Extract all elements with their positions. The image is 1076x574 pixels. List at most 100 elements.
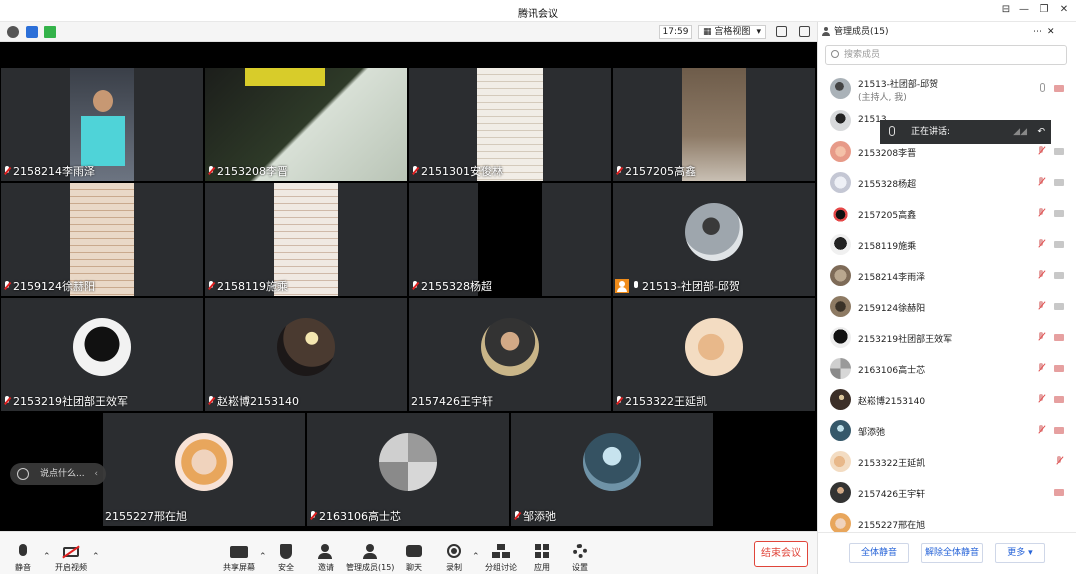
chevron-left-icon[interactable]: ‹	[94, 463, 98, 485]
video-button[interactable]: 开启视频	[52, 534, 90, 574]
share-screen-button[interactable]: 共享屏幕	[222, 534, 256, 574]
mic-muted-icon[interactable]	[1037, 363, 1045, 374]
end-meeting-button[interactable]: 结束会议	[754, 541, 808, 567]
mic-muted-icon[interactable]	[1037, 425, 1045, 436]
chat-input[interactable]: 说点什么... ‹	[10, 463, 106, 485]
chevron-up-icon[interactable]: ⌃	[92, 552, 100, 562]
member-search-input[interactable]: 搜索成员	[825, 45, 1067, 65]
camera-off-icon[interactable]	[1054, 334, 1064, 341]
mic-muted-icon[interactable]	[1037, 239, 1045, 250]
security-button[interactable]: 安全	[272, 534, 300, 574]
more-options-icon[interactable]: ⋯	[1033, 22, 1042, 42]
microphone-icon[interactable]	[1040, 83, 1045, 92]
video-tile[interactable]: 邹添弛	[511, 413, 713, 526]
tile-name: 2158119施乘	[217, 280, 288, 293]
video-tile[interactable]: 赵崧博2153140	[205, 298, 407, 411]
panel-header: 管理成员(15) ⋯ ✕	[818, 22, 1076, 42]
member-row[interactable]: 21513-社团部-邱贺 (主持人, 我)	[818, 74, 1076, 105]
member-row[interactable]: 邹添弛	[818, 416, 1076, 447]
video-tile[interactable]: 2151301安俊林	[409, 68, 611, 181]
mic-muted-icon[interactable]	[1037, 177, 1045, 188]
tile-label: 2157205高鑫	[615, 163, 696, 179]
member-row[interactable]: 2158214李雨泽	[818, 261, 1076, 292]
mic-muted-icon[interactable]	[1037, 270, 1045, 281]
settings-button[interactable]: 设置	[566, 534, 594, 574]
member-row[interactable]: 2153322王延凯	[818, 447, 1076, 478]
tile-name: 2163106高士芯	[319, 510, 401, 523]
unmute-all-button[interactable]: 解除全体静音	[921, 543, 983, 563]
chat-button[interactable]: 聊天	[400, 534, 428, 574]
camera-icon[interactable]	[1054, 272, 1064, 279]
camera-off-icon[interactable]	[1054, 396, 1064, 403]
member-row[interactable]: 2157426王宇轩	[818, 478, 1076, 509]
chevron-up-icon[interactable]: ⌃	[472, 552, 480, 562]
restore-icon[interactable]: ❐	[1037, 3, 1051, 17]
video-tile[interactable]: 2157426王宇轩	[409, 298, 611, 411]
member-name: 2159124徐赫阳	[858, 304, 926, 314]
member-row[interactable]: 2163106高士芯	[818, 354, 1076, 385]
video-tile[interactable]: 2158119施乘	[205, 183, 407, 296]
minimize-icon[interactable]: —	[1017, 3, 1031, 17]
shield-icon[interactable]	[26, 26, 38, 38]
members-icon	[822, 27, 830, 36]
mic-muted-icon[interactable]	[1037, 208, 1045, 219]
camera-icon[interactable]	[1054, 179, 1064, 186]
pin-icon[interactable]: ⊟	[999, 3, 1013, 17]
video-tile[interactable]: 2153322王延凯	[613, 298, 815, 411]
manage-members-button[interactable]: 管理成员(15)	[346, 534, 394, 574]
sidebar-toggle-icon[interactable]	[799, 26, 810, 37]
camera-icon[interactable]	[1054, 241, 1064, 248]
mic-muted-icon[interactable]	[1037, 301, 1045, 312]
camera-off-icon[interactable]	[1054, 365, 1064, 372]
member-row[interactable]: 2158119施乘	[818, 230, 1076, 261]
video-tile[interactable]: 2153219社团部王效军	[1, 298, 203, 411]
emoji-icon[interactable]	[17, 468, 29, 480]
record-button[interactable]: 录制	[440, 534, 468, 574]
fullscreen-icon[interactable]	[776, 26, 787, 37]
camera-off-icon[interactable]	[1054, 427, 1064, 434]
mute-button[interactable]: 静音	[6, 534, 40, 574]
camera-off-icon[interactable]	[1054, 489, 1064, 496]
info-icon[interactable]	[7, 26, 19, 38]
video-tile[interactable]: 2159124徐赫阳	[1, 183, 203, 296]
more-button[interactable]: 更多 ▾	[995, 543, 1045, 563]
close-icon[interactable]: ✕	[1057, 3, 1071, 17]
video-tile[interactable]: 2153208李晋	[205, 68, 407, 181]
chevron-up-icon[interactable]: ⌃	[259, 552, 267, 562]
video-tile[interactable]: 2163106高士芯	[307, 413, 509, 526]
mic-muted-icon[interactable]	[1037, 146, 1045, 157]
member-row[interactable]: 2157205高鑫	[818, 199, 1076, 230]
member-row[interactable]: 赵崧博2153140	[818, 385, 1076, 416]
video-tile[interactable]: 21513-社团部-邱贺	[613, 183, 815, 296]
video-tile[interactable]: 2157205高鑫	[613, 68, 815, 181]
camera-icon[interactable]	[1054, 210, 1064, 217]
mic-muted-icon	[513, 511, 521, 521]
camera-icon[interactable]	[1054, 148, 1064, 155]
collapse-icon[interactable]: ↶	[1037, 120, 1045, 144]
member-row[interactable]: 2159124徐赫阳	[818, 292, 1076, 323]
share-screen-icon	[230, 544, 248, 560]
mic-muted-icon[interactable]	[1037, 394, 1045, 405]
view-mode-select[interactable]: ▦ 宫格视图 ▾	[698, 25, 766, 39]
video-tile[interactable]: 2155328杨超	[409, 183, 611, 296]
avatar	[830, 203, 851, 224]
video-tile[interactable]: 2158214李雨泽	[1, 68, 203, 181]
video-tile[interactable]: 2155227邢在旭	[103, 413, 305, 526]
invite-label: 邀请	[318, 563, 334, 572]
participant-avatar	[277, 318, 335, 376]
mic-muted-icon[interactable]	[1055, 456, 1063, 467]
close-panel-icon[interactable]: ✕	[1047, 22, 1055, 42]
invite-button[interactable]: 邀请	[312, 534, 340, 574]
chevron-up-icon[interactable]: ⌃	[43, 552, 51, 562]
member-row[interactable]: 2155328杨超	[818, 168, 1076, 199]
camera-icon[interactable]	[1054, 303, 1064, 310]
member-row[interactable]: 2153219社团部王效军	[818, 323, 1076, 354]
apps-button[interactable]: 应用	[528, 534, 556, 574]
member-name: 2153322王延凯	[858, 459, 926, 469]
breakout-button[interactable]: 分组讨论	[484, 534, 518, 574]
mic-muted-icon	[411, 166, 419, 176]
mic-muted-icon[interactable]	[1037, 332, 1045, 343]
signal-icon[interactable]	[44, 26, 56, 38]
mute-all-button[interactable]: 全体静音	[849, 543, 909, 563]
camera-icon[interactable]	[1054, 85, 1064, 92]
